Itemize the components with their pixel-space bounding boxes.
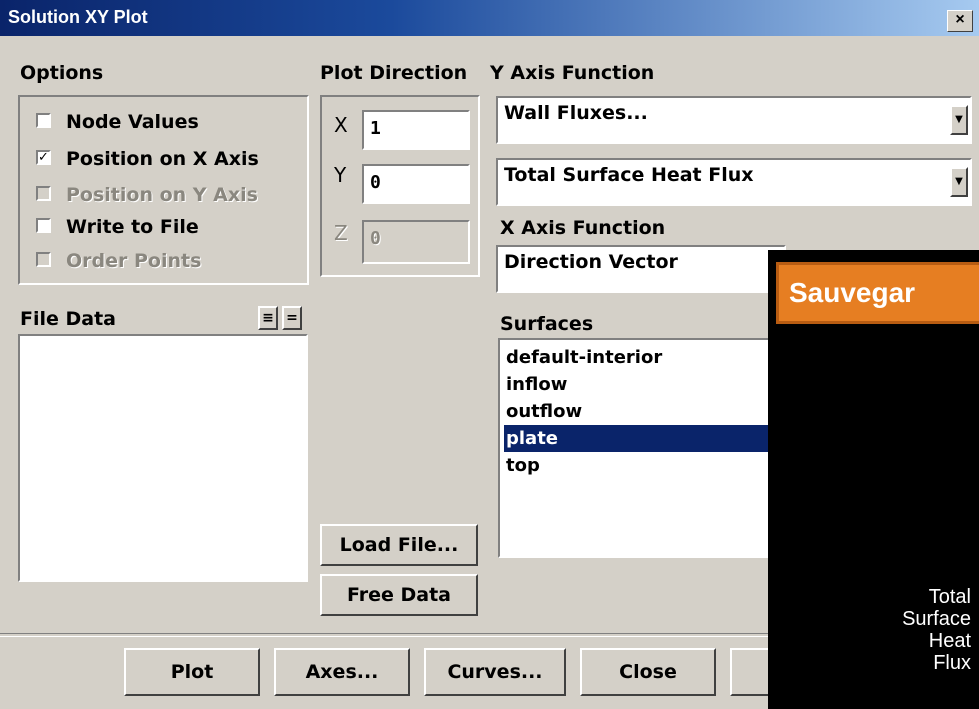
surfaces-list[interactable]: default-interior inflow outflow plate to… [498, 338, 788, 558]
write-to-file-label: Write to File [66, 216, 199, 238]
list-item[interactable]: outflow [504, 398, 776, 425]
plot-button[interactable]: Plot [124, 648, 260, 696]
z-direction-input: 0 [362, 220, 470, 264]
list-item[interactable]: inflow [504, 371, 776, 398]
y-axis-function-select[interactable]: Total Surface Heat Flux ▼ [496, 158, 972, 206]
file-data-heading: File Data [20, 308, 117, 330]
chevron-down-icon[interactable]: ▼ [950, 105, 968, 135]
position-x-checkbox[interactable]: ✓ [36, 150, 51, 165]
window-title: Solution XY Plot [8, 7, 148, 27]
sauvegarder-banner: Sauvegar [776, 262, 979, 324]
y-axis-category-select[interactable]: Wall Fluxes... ▼ [496, 96, 972, 144]
window-close-button[interactable]: × [947, 10, 973, 32]
file-data-list[interactable] [18, 334, 308, 582]
overlay-line: Heat [928, 630, 971, 652]
y-label: Y [334, 163, 347, 187]
x-axis-heading: X Axis Function [500, 217, 666, 239]
list-item[interactable]: default-interior [504, 344, 776, 371]
x-axis-function-select[interactable]: Direction Vector [496, 245, 786, 293]
overlay-line: Total [928, 586, 971, 608]
write-to-file-checkbox[interactable] [36, 218, 51, 233]
select-all-button[interactable]: ≡ [258, 306, 278, 330]
free-data-button[interactable]: Free Data [320, 574, 478, 616]
chevron-down-icon[interactable]: ▼ [950, 167, 968, 197]
list-item-selected[interactable]: plate [504, 425, 776, 452]
z-direction-value: 0 [370, 228, 381, 249]
order-points-checkbox [36, 252, 51, 267]
curves-button[interactable]: Curves... [424, 648, 566, 696]
x-direction-input[interactable]: 1 [362, 110, 470, 150]
close-button[interactable]: Close [580, 648, 716, 696]
options-heading: Options [20, 62, 104, 84]
order-points-label: Order Points [66, 250, 202, 272]
node-values-label: Node Values [66, 111, 199, 133]
x-label: X [334, 113, 348, 137]
x-direction-value: 1 [370, 118, 381, 139]
x-axis-function-value: Direction Vector [504, 251, 678, 273]
surfaces-heading: Surfaces [500, 313, 594, 335]
position-y-checkbox [36, 186, 51, 201]
y-axis-function-value: Total Surface Heat Flux [504, 164, 754, 186]
axes-button[interactable]: Axes... [274, 648, 410, 696]
z-label: Z [334, 221, 348, 245]
deselect-all-button[interactable]: = [282, 306, 302, 330]
position-x-label: Position on X Axis [66, 148, 259, 170]
close-icon: × [955, 11, 965, 28]
y-axis-heading: Y Axis Function [490, 62, 655, 84]
y-axis-category-value: Wall Fluxes... [504, 102, 648, 124]
load-file-button[interactable]: Load File... [320, 524, 478, 566]
position-y-label: Position on Y Axis [66, 184, 258, 206]
overlay-line: Surface [902, 608, 971, 630]
y-direction-value: 0 [370, 172, 381, 193]
plot-direction-heading: Plot Direction [320, 62, 468, 84]
overlay-line: Flux [933, 652, 971, 674]
list-item[interactable]: top [504, 452, 776, 479]
y-direction-input[interactable]: 0 [362, 164, 470, 204]
node-values-checkbox[interactable] [36, 113, 51, 128]
overlay-axis-label: Total Surface Heat Flux [902, 586, 971, 674]
